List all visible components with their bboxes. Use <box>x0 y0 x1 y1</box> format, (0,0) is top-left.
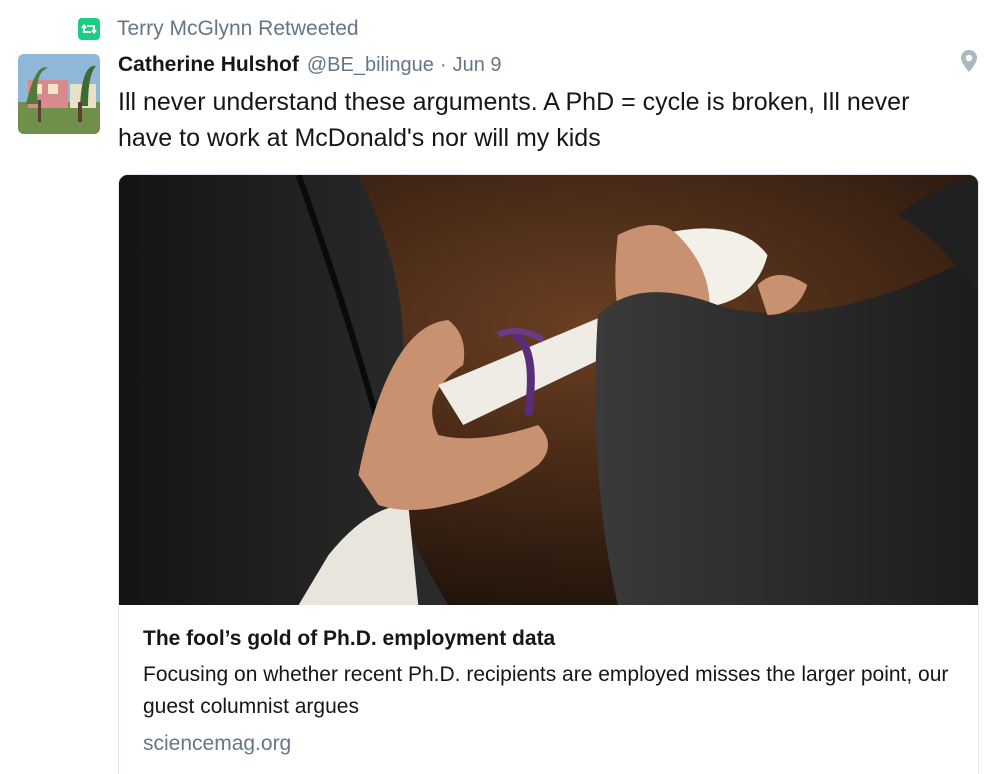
card-image[interactable] <box>119 175 978 605</box>
card-domain[interactable]: sciencemag.org <box>143 729 954 759</box>
retweet-icon <box>78 18 100 40</box>
card-title[interactable]: The fool’s gold of Ph.D. employment data <box>143 624 954 654</box>
link-card[interactable]: The fool’s gold of Ph.D. employment data… <box>118 174 979 774</box>
location-pin-icon[interactable] <box>958 48 980 74</box>
author-name[interactable]: Catherine Hulshof <box>118 53 299 77</box>
tweet-header: Catherine Hulshof @BE_bilingue · Jun 9 <box>118 50 502 80</box>
separator-dot: · <box>439 53 447 76</box>
retweet-context: Terry McGlynn Retweeted <box>78 14 359 44</box>
tweet-timestamp[interactable]: Jun 9 <box>453 54 502 77</box>
card-description: Focusing on whether recent Ph.D. recipie… <box>143 663 949 718</box>
retweeted-by-link[interactable]: Terry McGlynn Retweeted <box>117 17 359 41</box>
author-handle[interactable]: @BE_bilingue <box>307 54 434 77</box>
tweet-text: Ill never understand these arguments. A … <box>118 88 910 152</box>
avatar[interactable] <box>18 54 100 134</box>
